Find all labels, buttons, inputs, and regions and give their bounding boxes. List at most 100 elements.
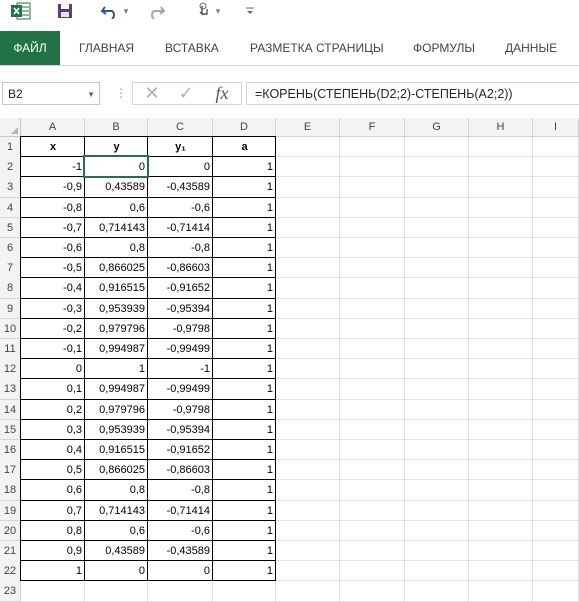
- table-cell[interactable]: -0,6: [148, 520, 213, 541]
- tab-file[interactable]: ФАЙЛ: [0, 31, 60, 65]
- row-header-7[interactable]: 7: [0, 258, 21, 279]
- column-header-c[interactable]: C: [148, 118, 213, 137]
- row-header-6[interactable]: 6: [0, 238, 21, 259]
- table-cell[interactable]: 1: [213, 278, 276, 299]
- undo-dropdown-icon[interactable]: ▾: [121, 0, 131, 22]
- cancel-icon[interactable]: ✕: [137, 83, 167, 104]
- table-cell[interactable]: 1: [213, 440, 276, 461]
- tab-page-layout[interactable]: РАЗМЕТКА СТРАНИЦЫ: [250, 31, 384, 65]
- table-cell[interactable]: 0,866025: [85, 258, 148, 279]
- table-cell[interactable]: 1: [213, 298, 276, 319]
- table-cell[interactable]: -0,6: [148, 197, 213, 218]
- row-header-2[interactable]: 2: [0, 157, 21, 178]
- table-cell[interactable]: -0,4: [21, 278, 85, 299]
- table-cell[interactable]: 0,7: [21, 500, 85, 521]
- row-header-4[interactable]: 4: [0, 197, 21, 219]
- row-header-8[interactable]: 8: [0, 278, 21, 300]
- formula-input[interactable]: =КОРЕНЬ(СТЕПЕНЬ(D2;2)-СТЕПЕНЬ(A2;2)): [246, 82, 579, 105]
- table-cell[interactable]: 0,9: [21, 541, 85, 562]
- table-cell[interactable]: 1: [213, 520, 276, 541]
- table-cell[interactable]: -0,6: [21, 238, 85, 259]
- customize-icon[interactable]: [244, 0, 256, 22]
- table-cell[interactable]: 1: [213, 258, 276, 279]
- row-header-9[interactable]: 9: [0, 298, 21, 320]
- table-cell[interactable]: -0,95394: [148, 298, 213, 319]
- row-header-10[interactable]: 10: [0, 318, 21, 340]
- table-cell[interactable]: 1: [213, 480, 276, 501]
- row-header-15[interactable]: 15: [0, 419, 21, 441]
- table-cell[interactable]: 0,714143: [85, 500, 148, 521]
- row-header-1[interactable]: 1: [0, 137, 21, 158]
- column-header-f[interactable]: F: [340, 118, 405, 137]
- tab-insert[interactable]: ВСТАВКА: [165, 31, 219, 65]
- table-cell[interactable]: 0,979796: [85, 399, 148, 420]
- table-cell[interactable]: -0,71414: [148, 500, 213, 521]
- undo-icon[interactable]: [99, 0, 121, 22]
- table-cell[interactable]: 0,6: [21, 480, 85, 501]
- column-header-i[interactable]: I: [533, 118, 579, 137]
- table-cell[interactable]: 0,8: [85, 480, 148, 501]
- row-header-18[interactable]: 18: [0, 480, 21, 502]
- table-header-cell[interactable]: x: [21, 137, 85, 158]
- table-cell[interactable]: 0: [148, 561, 213, 582]
- table-cell[interactable]: -0,8: [21, 197, 85, 218]
- table-cell[interactable]: -0,9798: [148, 399, 213, 420]
- name-box-dropdown-icon[interactable]: ▼: [87, 83, 95, 106]
- enter-icon[interactable]: ✓: [171, 83, 201, 104]
- table-cell[interactable]: 0,953939: [85, 419, 148, 440]
- tab-formulas[interactable]: ФОРМУЛЫ: [413, 31, 475, 65]
- table-cell[interactable]: 0,994987: [85, 379, 148, 400]
- tab-data[interactable]: ДАННЫЕ: [505, 31, 557, 65]
- table-cell[interactable]: 0,994987: [85, 339, 148, 360]
- table-header-cell[interactable]: y₁: [148, 137, 213, 158]
- row-header-16[interactable]: 16: [0, 440, 21, 461]
- touch-mode-icon[interactable]: [195, 0, 213, 22]
- row-header-5[interactable]: 5: [0, 217, 21, 239]
- row-header-22[interactable]: 22: [0, 561, 21, 582]
- table-cell[interactable]: 1: [213, 238, 276, 259]
- table-cell[interactable]: 0,5: [21, 460, 85, 481]
- table-cell[interactable]: 1: [213, 379, 276, 400]
- table-cell[interactable]: -0,9: [21, 177, 85, 198]
- table-cell[interactable]: 0,2: [21, 399, 85, 420]
- table-cell[interactable]: -0,43589: [148, 177, 213, 198]
- table-cell[interactable]: 0,4: [21, 440, 85, 461]
- redo-icon[interactable]: [145, 0, 167, 22]
- table-cell[interactable]: -0,91652: [148, 440, 213, 461]
- column-header-e[interactable]: E: [276, 118, 340, 137]
- table-cell[interactable]: 1: [213, 217, 276, 238]
- row-header-21[interactable]: 21: [0, 541, 21, 562]
- table-cell[interactable]: 0,866025: [85, 460, 148, 481]
- table-cell[interactable]: -0,8: [148, 480, 213, 501]
- column-header-a[interactable]: A: [21, 118, 85, 137]
- table-cell[interactable]: -0,86603: [148, 460, 213, 481]
- table-cell[interactable]: 1: [213, 460, 276, 481]
- table-cell[interactable]: -0,91652: [148, 278, 213, 299]
- active-cell-selection[interactable]: [83, 155, 149, 179]
- table-cell[interactable]: -1: [148, 359, 213, 380]
- table-cell[interactable]: 0: [85, 561, 148, 582]
- row-header-14[interactable]: 14: [0, 399, 21, 421]
- row-header-12[interactable]: 12: [0, 359, 21, 380]
- row-header-17[interactable]: 17: [0, 460, 21, 481]
- table-cell[interactable]: -0,71414: [148, 217, 213, 238]
- table-cell[interactable]: 0,1: [21, 379, 85, 400]
- column-header-h[interactable]: H: [469, 118, 533, 137]
- table-cell[interactable]: 1: [213, 339, 276, 360]
- table-cell[interactable]: 1: [213, 419, 276, 440]
- row-header-13[interactable]: 13: [0, 379, 21, 401]
- table-cell[interactable]: 0,43589: [85, 541, 148, 562]
- column-header-b[interactable]: B: [85, 118, 148, 137]
- table-cell[interactable]: 0,6: [85, 520, 148, 541]
- table-cell[interactable]: -0,95394: [148, 419, 213, 440]
- table-cell[interactable]: -0,2: [21, 318, 85, 339]
- table-cell[interactable]: 1: [213, 561, 276, 582]
- table-cell[interactable]: 0,953939: [85, 298, 148, 319]
- insert-function-icon[interactable]: fx: [207, 83, 237, 104]
- row-header-23[interactable]: 23: [0, 581, 21, 602]
- table-cell[interactable]: 1: [213, 359, 276, 380]
- formula-bar-separator[interactable]: ⋮: [115, 86, 127, 100]
- table-cell[interactable]: 1: [21, 561, 85, 582]
- row-header-19[interactable]: 19: [0, 500, 21, 522]
- table-cell[interactable]: -0,1: [21, 339, 85, 360]
